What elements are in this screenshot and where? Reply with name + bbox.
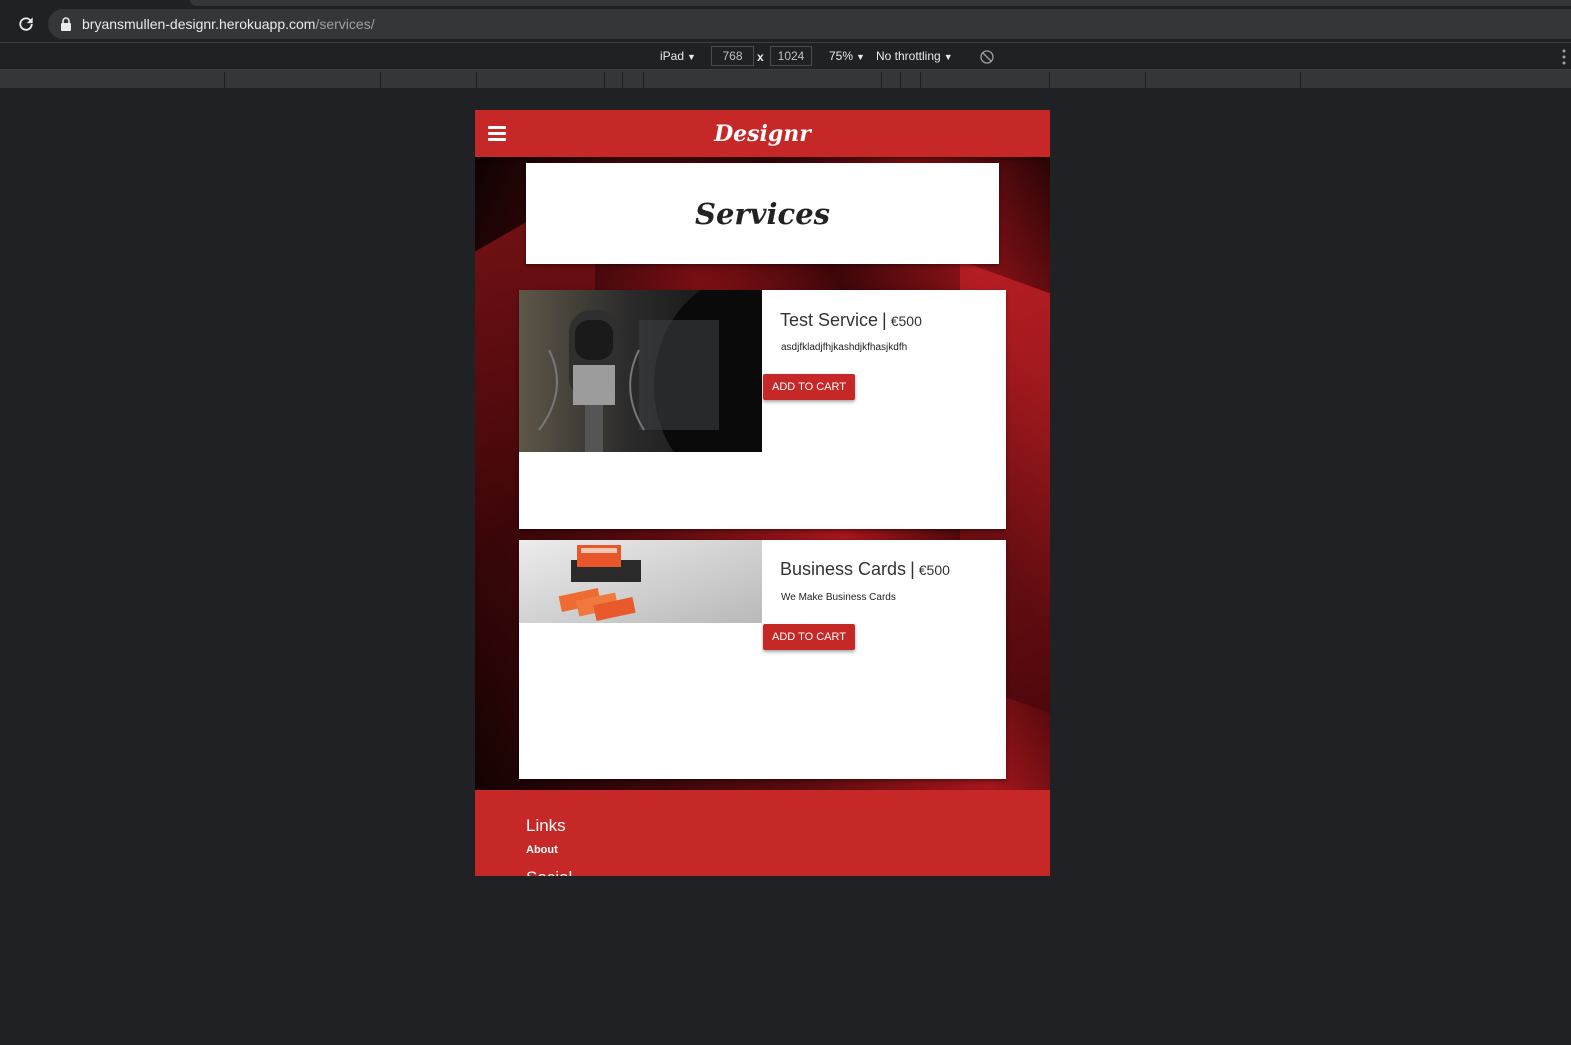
- service-card: Test Service | €500 asdjfkladjfhjkashdjkfh…: [519, 290, 1006, 529]
- url-path: /services/: [315, 16, 375, 32]
- service-name: Test Service: [780, 310, 879, 330]
- page-title-card: Services: [526, 163, 999, 264]
- more-options-icon[interactable]: [1562, 49, 1566, 65]
- service-image-business-cards: [519, 540, 762, 623]
- brand-logo[interactable]: Designr: [475, 121, 1050, 147]
- service-image-microphone: [519, 290, 762, 452]
- service-title: Test Service | €500: [780, 310, 922, 331]
- service-description: We Make Business Cards: [781, 592, 896, 603]
- device-viewport: Designr Services Test Service | €500 asd…: [475, 110, 1050, 876]
- caret-down-icon: ▼: [687, 52, 696, 62]
- lock-icon[interactable]: [60, 17, 72, 31]
- footer-links-heading: Links: [526, 816, 566, 835]
- caret-down-icon: ▼: [856, 52, 865, 62]
- footer-social-heading: Social: [526, 868, 572, 876]
- dimension-times-label: x: [757, 50, 764, 64]
- height-input[interactable]: 1024: [770, 46, 812, 66]
- footer-about-link[interactable]: About: [526, 844, 558, 856]
- url-host: bryansmullen-designr.herokuapp.com: [82, 16, 316, 32]
- service-title: Business Cards | €500: [780, 559, 950, 580]
- device-toolbar: iPad ▼ 768 x 1024 75% ▼ No throttling ▼: [0, 42, 1571, 70]
- title-separator: |: [882, 310, 887, 330]
- device-select-label: iPad: [660, 49, 685, 63]
- service-name: Business Cards: [780, 559, 907, 579]
- device-select[interactable]: iPad ▼: [660, 49, 696, 63]
- url-field[interactable]: bryansmullen-designr.herokuapp.com/servi…: [48, 9, 1571, 39]
- site-footer: Links About Social: [475, 790, 1050, 876]
- service-card: Business Cards | €500 We Make Business Car…: [519, 540, 1006, 779]
- add-to-cart-button[interactable]: ADD TO CART: [763, 624, 855, 650]
- throttling-select[interactable]: No throttling ▼: [876, 49, 953, 63]
- width-input[interactable]: 768: [711, 46, 754, 66]
- zoom-select-label: 75%: [829, 49, 854, 63]
- service-price: €500: [918, 562, 950, 578]
- service-price: €500: [890, 313, 922, 329]
- add-to-cart-button[interactable]: ADD TO CART: [763, 374, 855, 400]
- service-description: asdjfkladjfhjkashdjkfhasjkdfh: [781, 342, 908, 353]
- rotate-icon[interactable]: [980, 50, 994, 64]
- caret-down-icon: ▼: [943, 52, 953, 62]
- address-bar: bryansmullen-designr.herokuapp.com/servi…: [0, 6, 1571, 42]
- reload-icon[interactable]: [16, 14, 36, 34]
- zoom-select[interactable]: 75% ▼: [829, 49, 865, 63]
- title-separator: |: [910, 559, 915, 579]
- url-text: bryansmullen-designr.herokuapp.com/servi…: [82, 16, 375, 32]
- site-navbar: Designr: [475, 110, 1050, 157]
- page-title: Services: [695, 197, 830, 231]
- media-query-ruler[interactable]: [0, 70, 1571, 88]
- throttling-select-label: No throttling: [876, 49, 941, 63]
